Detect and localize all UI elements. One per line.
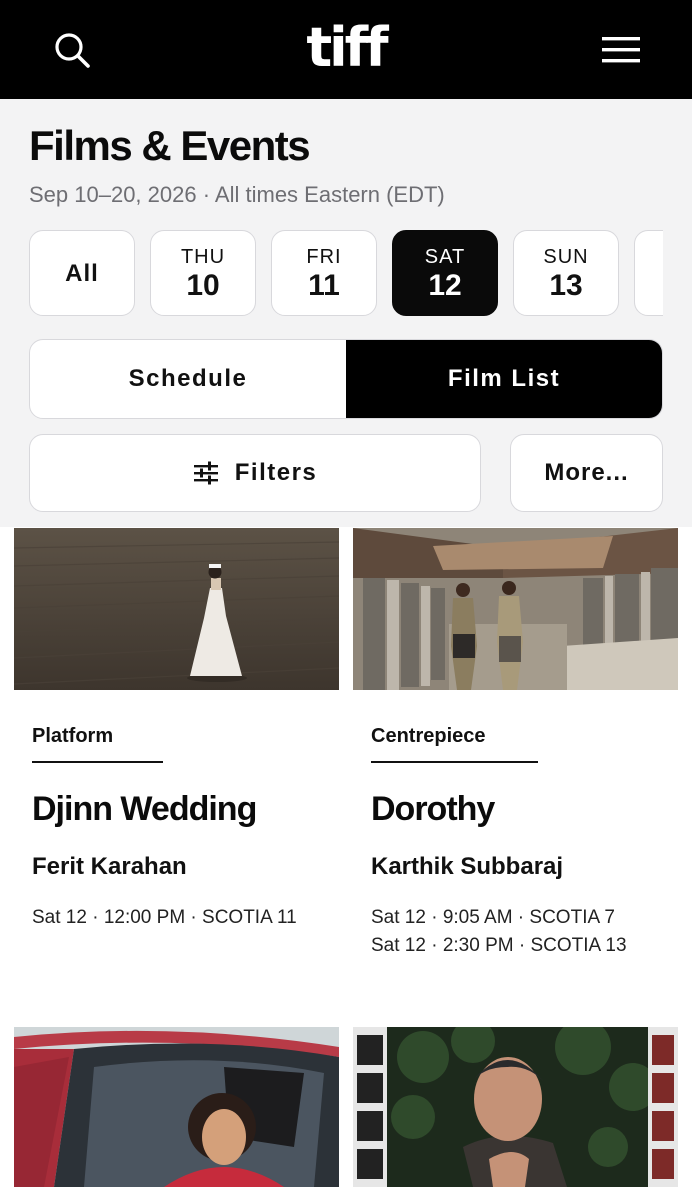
date-chip-day: 11 [308, 269, 340, 302]
film-section-label[interactable]: Platform [32, 724, 113, 748]
date-chip-sun-13[interactable]: SUN 13 [513, 230, 619, 316]
tiff-logo[interactable]: tiff [0, 18, 692, 78]
screening-time[interactable]: Sat 12 · 2:30 PM · SCOTIA 13 [371, 932, 627, 960]
date-chip-day: 10 [186, 269, 220, 302]
sliders-icon [193, 461, 218, 485]
film-card-djinn-wedding[interactable]: Platform Djinn Wedding Ferit Karahan Sat… [14, 528, 339, 998]
section-underline [32, 761, 163, 763]
date-chip-mon-14[interactable]: MON 14 [634, 230, 663, 316]
view-toggle: Schedule Film List [29, 339, 663, 419]
date-range-subtitle: Sep 10–20, 2026 · All times Eastern (EDT… [29, 182, 445, 207]
film-section-label[interactable]: Centrepiece [371, 724, 486, 748]
date-chip-day: 13 [549, 269, 583, 302]
date-chip-fri-11[interactable]: FRI 11 [271, 230, 377, 316]
section-underline [371, 761, 538, 763]
top-navigation-bar: tiff [0, 0, 692, 99]
film-still-image[interactable] [353, 1027, 678, 1187]
film-director: Ferit Karahan [32, 853, 187, 880]
filters-button[interactable]: Filters [29, 434, 481, 512]
date-chip-label: All [65, 260, 99, 287]
date-chip-day: 12 [428, 269, 462, 302]
film-title[interactable]: Dorothy [371, 788, 495, 830]
more-button[interactable]: More... [510, 434, 663, 512]
filters-label: Filters [234, 459, 318, 486]
hamburger-menu-icon[interactable] [600, 32, 642, 68]
date-chip-weekday: MON [635, 245, 663, 269]
date-chip-all[interactable]: All [29, 230, 135, 316]
screening-time[interactable]: Sat 12 · 9:05 AM · SCOTIA 7 [371, 904, 627, 932]
film-still-image[interactable] [14, 528, 339, 690]
film-screenings: Sat 12 · 12:00 PM · SCOTIA 11 [32, 904, 297, 932]
date-chip-weekday: SUN [543, 246, 589, 268]
film-card-third[interactable] [14, 1027, 339, 1187]
tab-film-list[interactable]: Film List [346, 340, 662, 418]
date-chip-weekday: THU [180, 246, 226, 268]
screening-time[interactable]: Sat 12 · 12:00 PM · SCOTIA 11 [32, 904, 297, 932]
tab-schedule[interactable]: Schedule [30, 340, 346, 418]
date-chip-weekday: SAT [424, 246, 466, 268]
page-title: Films & Events [29, 122, 311, 169]
date-chip-weekday: FRI [306, 246, 342, 268]
film-director: Karthik Subbaraj [371, 853, 564, 880]
date-selector: All THU 10 FRI 11 SAT 12 SUN 13 MON 14 [29, 230, 663, 318]
film-still-image[interactable] [353, 528, 678, 690]
film-screenings: Sat 12 · 9:05 AM · SCOTIA 7 Sat 12 · 2:3… [371, 904, 627, 960]
film-still-image[interactable] [14, 1027, 339, 1187]
film-title[interactable]: Djinn Wedding [32, 788, 257, 830]
date-chip-sat-12[interactable]: SAT 12 [392, 230, 498, 316]
film-card-dorothy[interactable]: Centrepiece Dorothy Karthik Subbaraj Sat… [353, 528, 678, 998]
film-card-fourth[interactable] [353, 1027, 678, 1187]
date-chip-thu-10[interactable]: THU 10 [150, 230, 256, 316]
date-chip-day: 14 [635, 269, 663, 303]
